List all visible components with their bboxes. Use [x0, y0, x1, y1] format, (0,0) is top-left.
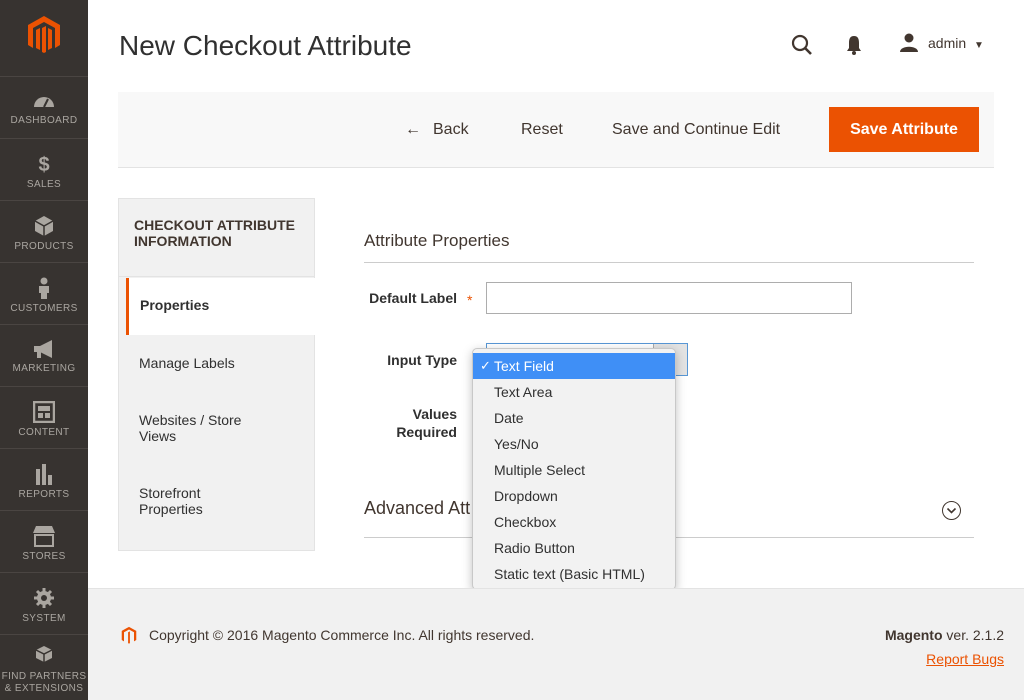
expand-toggle-icon[interactable]: [942, 501, 961, 520]
admin-sidebar: DASHBOARD $ SALES PRODUCTS CUSTOMERS MAR…: [0, 0, 88, 700]
section-divider: [364, 262, 974, 263]
store-icon: [33, 526, 55, 547]
dashboard-icon: [34, 97, 54, 108]
sidebar-item-label: CONTENT: [18, 427, 70, 438]
megaphone-icon: [34, 340, 52, 358]
tab-properties[interactable]: Properties: [126, 278, 315, 335]
dropdown-option[interactable]: Checkbox: [473, 509, 675, 535]
admin-username[interactable]: admin: [928, 35, 966, 51]
attribute-tabs: CHECKOUT ATTRIBUTE INFORMATION Propertie…: [118, 198, 315, 551]
search-icon[interactable]: [791, 34, 813, 56]
sidebar-item-marketing[interactable]: MARKETING: [0, 324, 88, 386]
bell-icon[interactable]: [846, 35, 862, 55]
report-bugs-link[interactable]: Report Bugs: [926, 651, 1004, 667]
dropdown-option[interactable]: Date: [473, 405, 675, 431]
input-type-dropdown: ✓ Text Field Text Area Date Yes/No Multip…: [472, 348, 676, 590]
svg-text:$: $: [38, 154, 49, 175]
sidebar-item-label: DASHBOARD: [10, 115, 78, 126]
sidebar-item-label: FIND PARTNERS: [1, 671, 87, 682]
version-number: ver. 2.1.2: [942, 627, 1004, 643]
magento-footer-logo: [121, 626, 137, 644]
default-label-label: Default Label: [369, 290, 457, 306]
sidebar-item-partners[interactable]: FIND PARTNERS & EXTENSIONS: [0, 634, 88, 700]
sidebar-item-label: SYSTEM: [22, 613, 66, 624]
tabs-title: CHECKOUT ATTRIBUTE INFORMATION: [119, 199, 314, 277]
page-actions-bar: ← Back Reset Save and Continue Edit Save …: [118, 92, 994, 168]
save-continue-button[interactable]: Save and Continue Edit: [612, 114, 780, 146]
arrow-left-icon: ←: [405, 121, 421, 138]
back-button[interactable]: ← Back: [405, 114, 469, 146]
required-mark: *: [467, 292, 473, 308]
sidebar-item-products[interactable]: PRODUCTS: [0, 200, 88, 262]
sidebar-item-label: CUSTOMERS: [10, 303, 78, 314]
dropdown-option[interactable]: Yes/No: [473, 431, 675, 457]
checkmark-icon: ✓: [480, 358, 491, 373]
sidebar-item-label: STORES: [22, 551, 66, 562]
admin-user-menu[interactable]: admin ▼: [928, 35, 984, 51]
cubes-icon: [35, 646, 53, 662]
dropdown-option[interactable]: Text Area: [473, 379, 675, 405]
sidebar-item-reports[interactable]: REPORTS: [0, 448, 88, 510]
default-label-input[interactable]: [486, 282, 852, 314]
values-required-label: Values Required: [396, 406, 457, 440]
sidebar-item-system[interactable]: SYSTEM: [0, 572, 88, 634]
sidebar-item-label: PRODUCTS: [14, 241, 74, 252]
tab-storefront-properties[interactable]: Storefront Properties: [139, 485, 229, 517]
input-type-label: Input Type: [387, 352, 457, 368]
tab-websites-store-views[interactable]: Websites / Store Views: [139, 412, 259, 444]
dollar-icon: $: [38, 154, 49, 175]
page-footer: [88, 588, 1024, 700]
dropdown-option[interactable]: Multiple Select: [473, 457, 675, 483]
tab-manage-labels[interactable]: Manage Labels: [139, 355, 299, 371]
chevron-down-icon[interactable]: ▼: [974, 40, 984, 51]
sidebar-item-stores[interactable]: STORES: [0, 510, 88, 572]
sidebar-item-label: & EXTENSIONS: [4, 683, 84, 694]
sidebar-item-label: REPORTS: [18, 489, 70, 500]
user-icon[interactable]: [899, 33, 919, 53]
magento-logo[interactable]: [22, 12, 66, 56]
sidebar-item-dashboard[interactable]: DASHBOARD: [0, 76, 88, 138]
dropdown-option[interactable]: Dropdown: [473, 483, 675, 509]
sidebar-item-customers[interactable]: CUSTOMERS: [0, 262, 88, 324]
version-text: Magento ver. 2.1.2: [885, 627, 1004, 643]
gear-icon: [34, 588, 54, 608]
box-icon: [34, 216, 54, 236]
dropdown-option[interactable]: Radio Button: [473, 535, 675, 561]
chevron-down-icon: [946, 507, 957, 514]
bar-chart-icon: [36, 464, 52, 485]
back-label: Back: [433, 121, 469, 138]
copyright-text: Copyright © 2016 Magento Commerce Inc. A…: [149, 627, 535, 643]
layout-icon: [33, 401, 55, 423]
dropdown-option[interactable]: ✓ Text Field: [473, 353, 675, 379]
section-title: Attribute Properties: [364, 231, 510, 250]
sidebar-item-label: SALES: [26, 179, 62, 190]
save-attribute-button[interactable]: Save Attribute: [829, 107, 979, 152]
sidebar-item-sales[interactable]: $ SALES: [0, 138, 88, 200]
option-label: Text Field: [494, 358, 554, 374]
sidebar-item-content[interactable]: CONTENT: [0, 386, 88, 448]
sidebar-item-label: MARKETING: [12, 363, 76, 374]
dropdown-option[interactable]: Static text (Basic HTML): [473, 561, 675, 587]
reset-button[interactable]: Reset: [521, 114, 563, 146]
advanced-section-title[interactable]: Advanced Att: [364, 498, 470, 519]
page-title: New Checkout Attribute: [119, 30, 412, 61]
brand-name: Magento: [884, 627, 943, 643]
person-icon: [39, 277, 49, 299]
